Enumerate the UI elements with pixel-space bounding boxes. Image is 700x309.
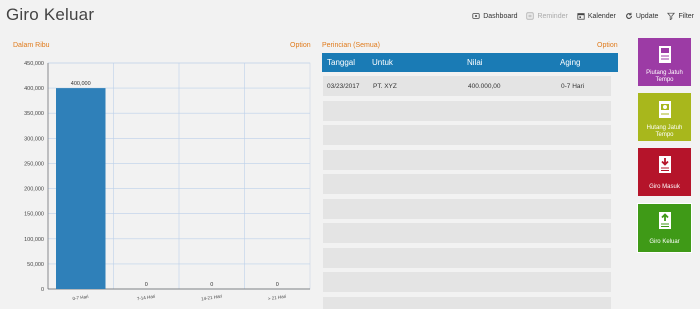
- data-label: 400,000: [71, 81, 91, 87]
- table-cell-nilai: 400.000,00: [468, 83, 501, 90]
- y-tick-label: 400,000: [24, 86, 44, 92]
- update-button[interactable]: Update: [625, 12, 659, 20]
- update-label: Update: [635, 12, 659, 20]
- tile-hutang-jatuh-tempo[interactable]: Hutang Jatuh Tempo: [638, 93, 691, 141]
- table-row[interactable]: [323, 198, 611, 219]
- calendar-button[interactable]: Kalender: [577, 12, 616, 20]
- filter-button[interactable]: Filter: [667, 12, 694, 20]
- calendar-label: Kalender: [587, 12, 616, 20]
- data-label: 0: [210, 282, 213, 288]
- toolbar: Dashboard Reminder Kalender Update Filte…: [472, 12, 694, 20]
- table-title: Perincian (Semua): [322, 42, 380, 49]
- page-title: Giro Keluar: [6, 5, 95, 24]
- y-tick-label: 0: [41, 287, 44, 293]
- table-row[interactable]: [323, 174, 611, 194]
- giro-in-icon: [658, 156, 671, 173]
- table-cell-tanggal: 03/23/2017: [327, 83, 360, 90]
- filter-icon: [667, 12, 676, 20]
- x-tick-label: 14-21 Hari: [201, 294, 223, 302]
- table-row[interactable]: [323, 149, 611, 170]
- reminder-icon: [526, 12, 535, 20]
- giro-out-icon: [658, 212, 671, 229]
- refresh-icon: [625, 12, 632, 19]
- dashboard-label: Dashboard: [483, 12, 518, 20]
- tile-piutang-jatuh-tempo[interactable]: Piutang Jatuh Tempo: [638, 38, 691, 86]
- y-tick-label: 50,000: [27, 262, 44, 268]
- y-tick-label: 300,000: [24, 136, 44, 142]
- chart-option-link[interactable]: Option: [290, 42, 311, 49]
- column-header-nilai[interactable]: Nilai: [467, 58, 483, 67]
- table-row[interactable]: [323, 272, 611, 292]
- dashboard-icon: [472, 13, 480, 19]
- table-row[interactable]: [323, 247, 611, 268]
- table-row[interactable]: 03/23/2017 PT. XYZ 400.000,00 0-7 Hari: [323, 76, 611, 96]
- chart-unit-label: Dalam Ribu: [13, 42, 50, 49]
- y-tick-label: 250,000: [24, 161, 44, 167]
- bar-0: [56, 88, 106, 289]
- tile-label: Piutang Jatuh Tempo: [646, 70, 683, 83]
- y-tick-label: 450,000: [24, 61, 44, 67]
- tile-giro-keluar[interactable]: Giro Keluar: [637, 203, 692, 253]
- column-header-tanggal[interactable]: Tanggal: [327, 58, 355, 67]
- table-cell-aging: 0-7 Hari: [561, 83, 585, 90]
- aging-bar-chart: 450,000 400,000 350,000 300,000 250,000 200,0…: [24, 61, 311, 302]
- tile-label: Giro Masuk: [649, 184, 680, 190]
- payable-icon: [658, 101, 671, 118]
- tile-label: Hutang Jatuh Tempo: [646, 125, 683, 138]
- table-cell-untuk: PT. XYZ: [373, 83, 397, 90]
- data-label: 0: [145, 282, 148, 288]
- table-row[interactable]: [323, 125, 611, 145]
- x-tick-label: 7-14 Hari: [137, 294, 156, 302]
- y-tick-label: 200,000: [24, 187, 44, 193]
- column-header-aging[interactable]: Aging: [560, 58, 580, 67]
- x-tick-label: > 21 Hari: [268, 294, 287, 302]
- dashboard-button[interactable]: Dashboard: [472, 12, 517, 20]
- tile-label: Giro Keluar: [649, 239, 680, 245]
- y-tick-label: 150,000: [24, 212, 44, 218]
- table-header: Tanggal Untuk Nilai Aging: [322, 53, 618, 72]
- table-row[interactable]: [323, 223, 611, 243]
- table-row[interactable]: [323, 296, 611, 309]
- table-body: 03/23/2017 PT. XYZ 400.000,00 0-7 Hari: [323, 76, 611, 309]
- table-option-link[interactable]: Option: [597, 42, 618, 49]
- reminder-label: Reminder: [537, 12, 568, 20]
- calendar-icon: [577, 13, 585, 20]
- filter-label: Filter: [678, 12, 694, 20]
- y-tick-label: 350,000: [24, 111, 44, 117]
- reminder-button[interactable]: Reminder: [526, 12, 568, 20]
- table-row[interactable]: [323, 100, 611, 121]
- y-tick-label: 100,000: [24, 237, 44, 243]
- data-label: 0: [276, 282, 279, 288]
- tile-giro-masuk[interactable]: Giro Masuk: [638, 148, 691, 196]
- receivable-icon: [658, 46, 671, 63]
- x-tick-label: 0-7 Hari: [72, 294, 89, 301]
- column-header-untuk[interactable]: Untuk: [372, 58, 393, 67]
